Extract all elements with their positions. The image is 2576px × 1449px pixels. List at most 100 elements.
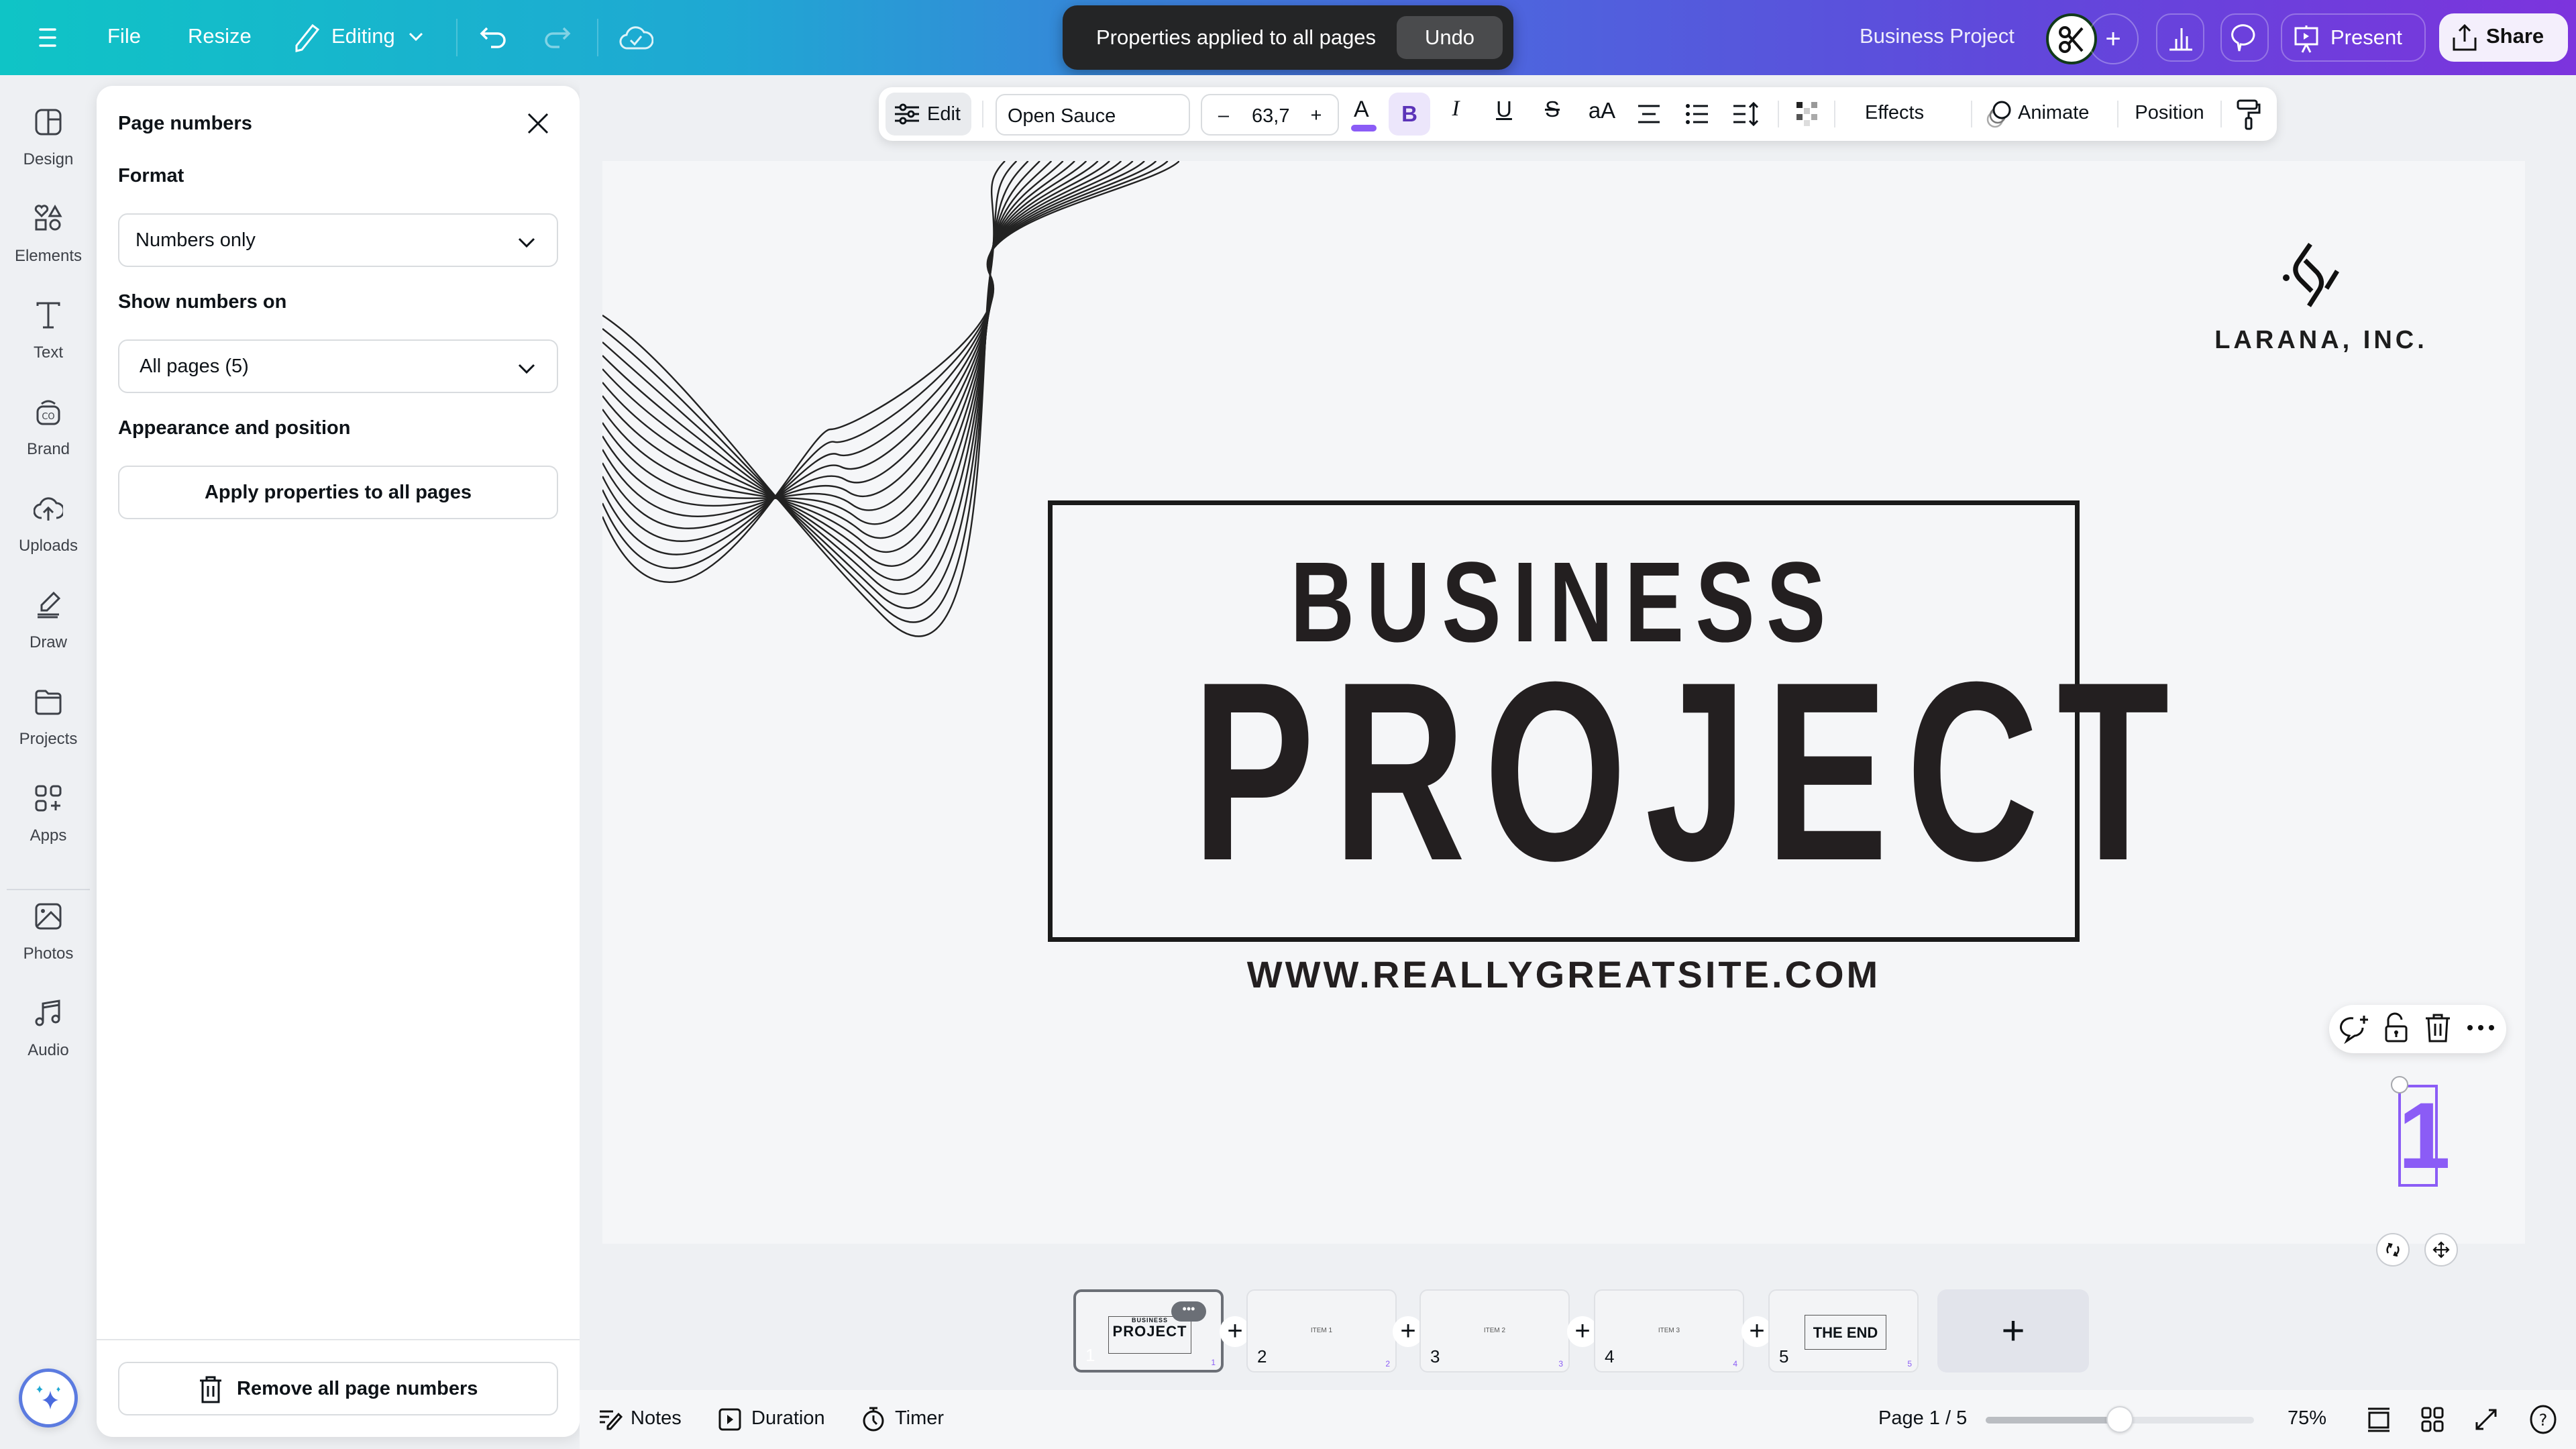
grid-view-icon[interactable]	[2420, 1406, 2445, 1433]
zoom-level[interactable]: 75%	[2288, 1407, 2326, 1430]
page-indicator[interactable]: Page 1 / 5	[1878, 1407, 1967, 1430]
resize-menu[interactable]: Resize	[188, 24, 252, 48]
cloud-saved-icon[interactable]	[619, 21, 653, 54]
line-spacing-icon[interactable]	[1732, 101, 1762, 127]
letter-case-button[interactable]: aA	[1583, 98, 1621, 123]
rail-item-projects[interactable]: Projects	[0, 687, 97, 774]
bullet-list-icon[interactable]	[1684, 102, 1711, 126]
divider	[982, 101, 983, 127]
animate-label: Animate	[2018, 102, 2090, 123]
rail-item-photos[interactable]: Photos	[0, 902, 97, 989]
comments-button[interactable]	[2220, 13, 2269, 62]
thumb-number: 1	[1085, 1345, 1095, 1365]
paint-roller-icon[interactable]	[2235, 98, 2262, 131]
hamburger-icon[interactable]	[36, 25, 59, 50]
show-numbers-on-select[interactable]: All pages (5)	[118, 339, 558, 393]
thumb-page-number: 3	[1558, 1359, 1563, 1368]
position-button[interactable]: Position	[2123, 102, 2216, 124]
present-button[interactable]: Present	[2281, 13, 2426, 62]
share-label: Share	[2486, 24, 2544, 48]
zoom-slider[interactable]	[1986, 1406, 2254, 1433]
logo-company-name[interactable]: LARANA, INC.	[2160, 326, 2482, 355]
editing-mode-dropdown[interactable]: Editing	[288, 20, 436, 55]
rail-label: Uploads	[18, 537, 78, 555]
notes-button[interactable]: Notes	[598, 1403, 699, 1436]
larana-logo-icon	[2283, 243, 2339, 307]
page-options-button[interactable]: •••	[1171, 1301, 1206, 1322]
redo-icon[interactable]	[541, 21, 573, 54]
text-color-button[interactable]: A	[1348, 94, 1378, 134]
scissors-icon	[2059, 26, 2084, 53]
align-center-icon[interactable]	[1635, 102, 1662, 126]
font-family-select[interactable]: Open Sauce	[996, 94, 1190, 136]
animate-button[interactable]: Animate	[1984, 97, 2105, 131]
page-thumbnail-4[interactable]: ITEM 3 4 4	[1594, 1289, 1744, 1373]
selection-box	[2398, 1085, 2438, 1187]
move-button[interactable]	[2424, 1233, 2458, 1267]
unlock-icon[interactable]	[2383, 1012, 2410, 1044]
effects-button[interactable]: Effects	[1865, 102, 1924, 124]
toast-undo-button[interactable]: Undo	[1397, 16, 1503, 59]
rail-item-brand[interactable]: CO Brand	[0, 397, 97, 484]
rail-item-uploads[interactable]: Uploads	[0, 494, 97, 581]
rail-item-audio[interactable]: Audio	[0, 998, 97, 1085]
chevron-down-icon	[518, 364, 535, 374]
share-button[interactable]: Share	[2439, 13, 2568, 62]
strikethrough-button[interactable]: S	[1539, 97, 1566, 122]
increase-font-size-button[interactable]: +	[1308, 105, 1324, 127]
decrease-font-size-button[interactable]: –	[1216, 105, 1232, 127]
rail-label: Elements	[14, 247, 83, 265]
rail-item-elements[interactable]: Elements	[0, 204, 97, 291]
panel-title: Page numbers	[118, 113, 252, 134]
website-url-text[interactable]: WWW.REALLYGREATSITE.COM	[1048, 953, 2080, 996]
apply-to-all-pages-button[interactable]: Apply properties to all pages	[118, 466, 558, 519]
delete-icon[interactable]	[2424, 1013, 2451, 1042]
add-page-button[interactable]: +	[1937, 1289, 2089, 1373]
rail-divider	[7, 889, 90, 890]
magic-assistant-button[interactable]	[19, 1368, 78, 1428]
duration-button[interactable]: Duration	[718, 1403, 852, 1436]
rail-item-design[interactable]: Design	[0, 107, 97, 195]
page-thumbnail-2[interactable]: ITEM 1 2 2	[1246, 1289, 1397, 1373]
zoom-slider-thumb[interactable]	[2106, 1406, 2133, 1433]
bold-button[interactable]: B	[1389, 93, 1430, 136]
undo-icon[interactable]	[478, 21, 510, 54]
page-thumbnail-5[interactable]: THE END 5 5	[1768, 1289, 1919, 1373]
more-options-icon[interactable]	[2466, 1022, 2496, 1033]
remove-all-page-numbers-button[interactable]: Remove all page numbers	[118, 1362, 558, 1415]
present-label: Present	[2330, 25, 2402, 49]
timer-button[interactable]: Timer	[861, 1403, 969, 1436]
wave-line	[602, 161, 1145, 542]
thumb-page-number: 4	[1733, 1359, 1737, 1368]
edit-button[interactable]: Edit	[885, 93, 971, 136]
rail-item-apps[interactable]: Apps	[0, 784, 97, 871]
transparency-icon[interactable]	[1794, 101, 1821, 127]
file-menu[interactable]: File	[107, 24, 141, 48]
close-icon[interactable]	[526, 111, 550, 136]
fullscreen-icon[interactable]	[2473, 1406, 2500, 1433]
resize-handle[interactable]	[2391, 1076, 2408, 1093]
font-size-input[interactable]: 63,7	[1252, 105, 1289, 127]
insights-button[interactable]	[2156, 13, 2204, 62]
add-comment-icon[interactable]	[2340, 1014, 2371, 1044]
page-view-icon[interactable]	[2367, 1406, 2391, 1433]
page-thumbnail-3[interactable]: ITEM 2 3 3	[1419, 1289, 1570, 1373]
italic-button[interactable]: I	[1442, 97, 1469, 121]
rotate-button[interactable]	[2376, 1233, 2410, 1267]
underline-button[interactable]: U	[1491, 97, 1517, 122]
project-title[interactable]: Business Project	[1860, 24, 2015, 48]
rail-label: Audio	[28, 1041, 69, 1059]
rail-item-draw[interactable]: Draw	[0, 590, 97, 678]
rail-item-text[interactable]: Text	[0, 301, 97, 388]
format-value: Numbers only	[136, 229, 256, 251]
help-icon[interactable]: ?	[2528, 1403, 2559, 1436]
editing-label: Editing	[331, 24, 395, 48]
add-collaborator-button[interactable]: +	[2088, 13, 2139, 64]
rail-label: Text	[33, 343, 63, 362]
heading-project[interactable]: PROJECT	[1192, 644, 2169, 899]
toast-message: Properties applied to all pages	[1096, 25, 1377, 49]
page-thumbnail-1[interactable]: BUSINESS PROJECT ••• 1 1	[1073, 1289, 1224, 1373]
status-bar: Notes Duration Timer Page 1 / 5 75% ?	[580, 1390, 2576, 1449]
sparkle-icon	[36, 1385, 60, 1409]
format-select[interactable]: Numbers only	[118, 213, 558, 267]
